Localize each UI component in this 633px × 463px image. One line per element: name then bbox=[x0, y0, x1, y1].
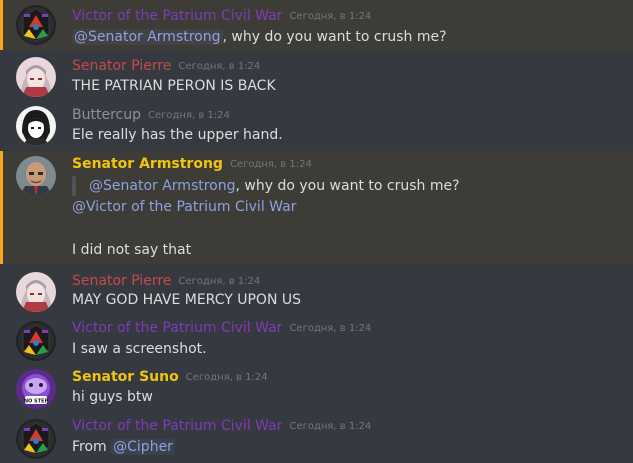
message-content: From @Cipher bbox=[72, 437, 175, 457]
avatar[interactable] bbox=[16, 5, 56, 45]
username[interactable]: Victor of the Patrium Civil War bbox=[72, 418, 282, 434]
timestamp: Сегодня, в 1:24 bbox=[147, 110, 230, 121]
no-step-icon: NO STEP bbox=[16, 369, 56, 409]
anime-portrait-icon bbox=[16, 272, 56, 312]
avatar[interactable] bbox=[16, 106, 56, 146]
message-text: THE PATRIAN PERON IS BACK bbox=[72, 78, 276, 94]
message-text: I saw a screenshot. bbox=[72, 341, 207, 357]
message-armstrong: Senator Armstrong Сегодня, в 1:24 @Senato… bbox=[0, 151, 633, 264]
timestamp: Сегодня, в 1:24 bbox=[185, 372, 268, 383]
avatar[interactable] bbox=[16, 156, 56, 196]
message-text: MAY GOD HAVE MERCY UPON US bbox=[72, 292, 302, 308]
avatar[interactable] bbox=[16, 272, 56, 312]
message-header: Senator Pierre Сегодня, в 1:24 bbox=[72, 272, 260, 292]
avatar-stamp-text: NO STEP bbox=[24, 399, 49, 405]
username[interactable]: Senator Suno bbox=[72, 369, 179, 385]
timestamp: Сегодня, в 1:24 bbox=[229, 159, 312, 170]
message-content: @Senator Armstrong, why do you want to c… bbox=[72, 27, 447, 47]
message-victor-2: Victor of the Patrium Civil War Сегодня, … bbox=[0, 318, 633, 364]
username[interactable]: Senator Pierre bbox=[72, 58, 171, 74]
timestamp: Сегодня, в 1:24 bbox=[178, 61, 261, 72]
message-text: Ele really has the upper hand. bbox=[72, 127, 283, 143]
message-text: hi guys btw bbox=[72, 389, 153, 405]
message-header: Senator Suno Сегодня, в 1:24 bbox=[72, 368, 268, 388]
message-buttercup: Buttercup Сегодня, в 1:24 Ele really has … bbox=[0, 103, 633, 149]
manga-face-icon bbox=[16, 106, 56, 146]
timestamp: Сегодня, в 1:24 bbox=[178, 276, 261, 287]
message-header: Victor of the Patrium Civil War Сегодня, … bbox=[72, 7, 371, 27]
traffic-light-icon bbox=[16, 321, 56, 361]
timestamp: Сегодня, в 1:24 bbox=[289, 11, 372, 22]
user-mention[interactable]: @Cipher bbox=[111, 439, 175, 455]
traffic-light-icon bbox=[16, 419, 56, 459]
message-victor-1: Victor of the Patrium Civil War Сегодня, … bbox=[0, 0, 633, 50]
username[interactable]: Senator Pierre bbox=[72, 273, 171, 289]
user-mention[interactable]: @Victor of the Patrium Civil War bbox=[72, 199, 296, 215]
message-header: Buttercup Сегодня, в 1:24 bbox=[72, 106, 230, 126]
message-header: Victor of the Patrium Civil War Сегодня, … bbox=[72, 417, 371, 437]
message-pierre-2: Senator Pierre Сегодня, в 1:24 MAY GOD HA… bbox=[0, 269, 633, 315]
message-victor-3: Victor of the Patrium Civil War Сегодня, … bbox=[0, 415, 633, 463]
avatar[interactable] bbox=[16, 419, 56, 459]
username[interactable]: Victor of the Patrium Civil War bbox=[72, 8, 282, 24]
reply-mention-line: @Victor of the Patrium Civil War bbox=[72, 197, 296, 217]
message-text: , why do you want to crush me? bbox=[222, 29, 447, 45]
message-header: Senator Armstrong Сегодня, в 1:24 bbox=[72, 155, 312, 175]
bald-man-icon bbox=[16, 156, 56, 196]
traffic-light-icon bbox=[16, 5, 56, 45]
timestamp: Сегодня, в 1:24 bbox=[289, 421, 372, 432]
username[interactable]: Victor of the Patrium Civil War bbox=[72, 320, 282, 336]
message-suno: NO STEP Senator Suno Сегодня, в 1:24 hi g… bbox=[0, 367, 633, 413]
blockquote-content: @Senator Armstrong, why do you want to c… bbox=[89, 176, 460, 196]
quote-text: , why do you want to crush me? bbox=[235, 178, 460, 194]
blockquote-bar bbox=[72, 176, 76, 196]
avatar[interactable] bbox=[16, 57, 56, 97]
anime-portrait-icon bbox=[16, 57, 56, 97]
message-header: Victor of the Patrium Civil War Сегодня, … bbox=[72, 319, 371, 339]
username[interactable]: Senator Armstrong bbox=[72, 156, 223, 172]
avatar[interactable]: NO STEP bbox=[16, 369, 56, 409]
message-pierre-1: Senator Pierre Сегодня, в 1:24 THE PATRIA… bbox=[0, 54, 633, 100]
message-header: Senator Pierre Сегодня, в 1:24 bbox=[72, 57, 260, 77]
timestamp: Сегодня, в 1:24 bbox=[289, 323, 372, 334]
message-text: From bbox=[72, 439, 112, 455]
user-mention[interactable]: @Senator Armstrong bbox=[89, 178, 236, 194]
avatar[interactable] bbox=[16, 321, 56, 361]
username[interactable]: Buttercup bbox=[72, 107, 141, 123]
message-text: I did not say that bbox=[72, 242, 192, 258]
user-mention[interactable]: @Senator Armstrong bbox=[72, 29, 223, 45]
